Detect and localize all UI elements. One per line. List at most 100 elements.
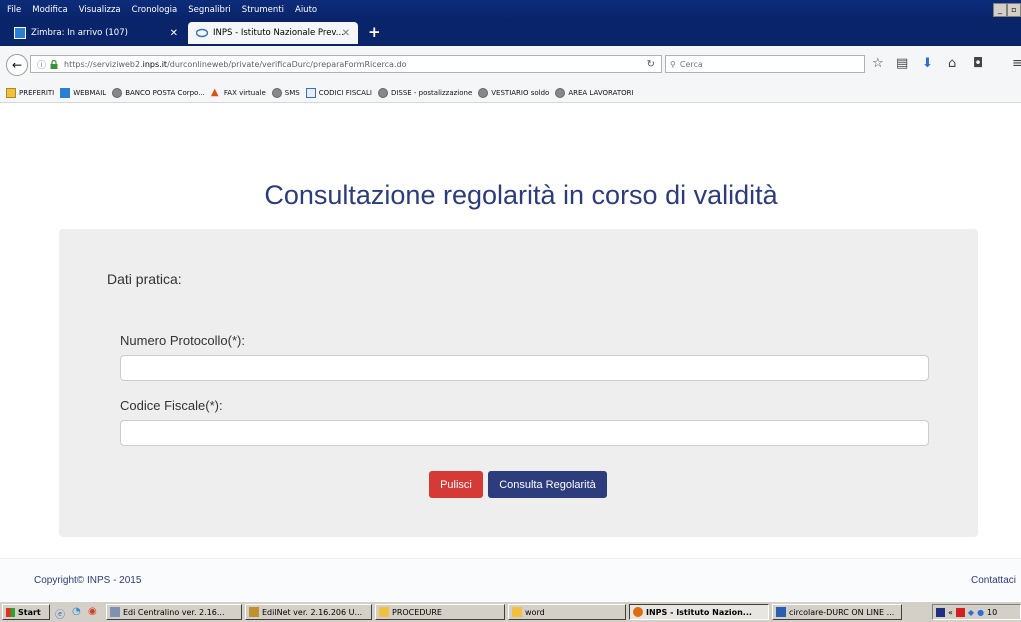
page-footer: Copyright© INPS - 2015 Contattaci [0,558,1021,602]
bookmark-vestiario[interactable]: VESTIARIO soldo [478,88,549,98]
tray-network-icon[interactable]: ◆ [968,608,974,617]
document-icon [305,88,316,98]
section-label: Dati pratica: [107,271,182,287]
bookmark-preferiti[interactable]: PREFERITI [6,88,54,98]
inps-favicon-icon [195,27,209,39]
reload-icon[interactable]: ↻ [647,59,655,70]
menu-bar: File Modifica Visualizza Cronologia Segn… [0,0,1021,20]
globe-icon [112,88,123,98]
bookmark-area-lavoratori[interactable]: AREA LAVORATORI [555,88,634,98]
url-domain: inps.it [142,59,168,69]
bookmark-label: WEBMAIL [73,89,107,97]
menu-strumenti[interactable]: Strumenti [242,5,284,15]
reading-list-icon[interactable]: ▤ [896,57,908,71]
taskbar-item-label: word [525,607,545,617]
tab-zimbra[interactable]: Zimbra: In arrivo (107) ✕ [6,22,186,44]
url-prefix: https://serviziweb2. [64,59,143,69]
folder-icon [6,88,16,98]
tray-messenger-icon[interactable]: ● [977,608,984,617]
bookmark-label: CODICI FISCALI [318,89,372,97]
bookmark-disse[interactable]: DISSE - postalizzazione [377,88,473,98]
system-tray: « ◆ ● 10 [932,604,1021,620]
chrome-icon[interactable]: ◉ [88,606,97,617]
taskbar-item-label: EdilNet ver. 2.16.206 U... [262,607,363,617]
taskbar-item-label: Edi Centralino ver. 2.16... [123,607,225,617]
copyright-text: Copyright© INPS - 2015 [34,575,142,586]
globe-icon [478,88,489,98]
url-text: https://serviziweb2.inps.it/durconlinewe… [64,60,406,69]
taskbar-item-label: circolare-DURC ON LINE ... [789,607,895,617]
globe-icon [377,88,388,98]
close-tab-icon[interactable]: ✕ [170,28,178,39]
fax-icon: ▲ [210,87,219,98]
globe-icon [271,88,282,98]
search-bar[interactable]: ⚲ Cerca [665,55,865,73]
lock-icon [50,59,58,69]
taskbar-item-label: PROCEDURE [392,607,442,617]
app-icon [110,607,120,617]
page-title: Consultazione regolarità in corso di val… [264,180,778,210]
bookmark-codici-fiscali[interactable]: CODICI FISCALI [305,88,372,98]
menu-segnalibri[interactable]: Segnalibri [188,5,231,15]
folder-icon [379,607,389,617]
taskbar-item-edilnet[interactable]: EdilNet ver. 2.16.206 U... [245,604,372,620]
taskbar-item-edi-centralino[interactable]: Edi Centralino ver. 2.16... [106,604,242,620]
new-tab-button[interactable]: + [368,23,381,41]
bookmark-label: PREFERITI [19,89,55,97]
info-icon[interactable]: ⓘ [37,58,46,71]
restore-window-button[interactable]: ▫ [1007,3,1021,17]
clock-text: 10 [987,607,998,617]
bookmark-sms[interactable]: SMS [271,88,300,98]
download-icon[interactable]: ⬇ [922,57,933,71]
bookmarks-toolbar: PREFERITI WEBMAIL BANCO POSTA Corpo... ▲… [0,84,1021,103]
menu-aiuto[interactable]: Aiuto [295,5,317,15]
word-document-icon [776,607,786,617]
bookmark-label: SMS [284,89,300,97]
taskbar-item-procedure[interactable]: PROCEDURE [375,604,505,620]
desktop-icon[interactable]: ◔ [72,606,81,617]
taskbar: Start ⓔ ◔ ◉ Edi Centralino ver. 2.16... … [0,601,1021,622]
globe-icon [555,88,566,98]
check-regularity-button[interactable]: Consulta Regolarità [488,471,607,498]
taskbar-item-circolare-durc[interactable]: circolare-DURC ON LINE ... [772,604,902,620]
tray-expand-icon[interactable]: « [948,608,953,617]
start-button[interactable]: Start [2,604,50,620]
contact-link[interactable]: Contattaci [971,575,1016,586]
start-label: Start [18,607,41,617]
internet-explorer-icon[interactable]: ⓔ [55,606,65,621]
back-button[interactable]: ← [6,54,28,76]
zimbra-icon [14,27,26,39]
home-icon[interactable]: ⌂ [948,57,956,71]
tray-antivirus-icon[interactable] [955,607,965,617]
bookmark-star-icon[interactable]: ☆ [872,57,884,71]
folder-icon [512,607,522,617]
protocol-number-input[interactable] [120,355,929,381]
tab-inps[interactable]: INPS - Istituto Nazionale Prev... ✕ [188,22,358,44]
search-placeholder: Cerca [679,59,703,69]
bookmark-label: FAX virtuale [223,89,266,97]
bookmark-label: DISSE - postalizzazione [390,89,473,97]
navigation-toolbar: ← ⓘ https://serviziweb2.inps.it/durconli… [0,46,1021,85]
tab-label: Zimbra: In arrivo (107) [31,28,128,38]
tab-bar: Zimbra: In arrivo (107) ✕ INPS - Istitut… [0,20,1021,46]
taskbar-item-word[interactable]: word [508,604,626,620]
pocket-icon[interactable]: ◘ [973,57,983,71]
menu-visualizza[interactable]: Visualizza [79,5,121,15]
menu-hamburger-icon[interactable]: ≡ [1012,57,1021,71]
bookmark-banco-posta[interactable]: BANCO POSTA Corpo... [112,88,205,98]
zimbra-icon [60,88,71,98]
menu-cronologia[interactable]: Cronologia [132,5,178,15]
bookmark-fax-virtuale[interactable]: ▲ FAX virtuale [211,88,266,98]
menu-file[interactable]: File [7,5,21,15]
minimize-window-button[interactable]: _ [993,3,1007,17]
taskbar-item-label: INPS - Istituto Nazion... [646,607,752,617]
taskbar-item-inps[interactable]: INPS - Istituto Nazion... [629,604,769,620]
tray-app-icon[interactable] [936,607,945,617]
tax-code-input[interactable] [120,420,929,446]
close-tab-icon[interactable]: ✕ [342,28,350,39]
bookmark-webmail[interactable]: WEBMAIL [60,88,106,98]
firefox-icon [633,607,643,617]
clear-button[interactable]: Pulisci [429,471,483,498]
menu-modifica[interactable]: Modifica [32,5,68,15]
address-bar[interactable]: ⓘ https://serviziweb2.inps.it/durconline… [30,55,662,73]
